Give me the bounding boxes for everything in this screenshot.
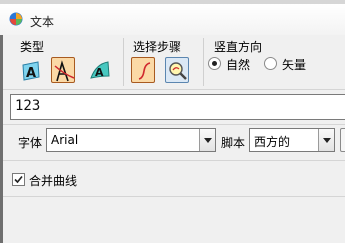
script-dropdown[interactable]: 西方的 bbox=[249, 128, 335, 152]
magnifier-select-button[interactable] bbox=[165, 57, 189, 83]
select-step-group-label: 选择步骤 bbox=[133, 40, 182, 54]
group-separator bbox=[203, 38, 204, 86]
text-on-face-icon: A bbox=[90, 61, 110, 79]
text-on-plane-button[interactable]: A bbox=[18, 57, 42, 83]
script-value: 西方的 bbox=[254, 135, 291, 149]
radio-selected-dot bbox=[212, 61, 217, 66]
app-icon bbox=[9, 12, 23, 26]
svg-text:A: A bbox=[95, 66, 104, 79]
natural-radio-label[interactable]: 自然 bbox=[226, 56, 250, 73]
merge-curves-checkbox[interactable] bbox=[12, 173, 25, 186]
group-separator bbox=[123, 38, 124, 86]
font-dropdown[interactable]: Arial bbox=[46, 128, 216, 152]
text-on-curve-icon bbox=[54, 60, 75, 82]
font-value: Arial bbox=[51, 133, 79, 147]
vector-radio[interactable] bbox=[264, 57, 277, 70]
magnifier-select-icon bbox=[169, 62, 187, 80]
chevron-down-icon[interactable] bbox=[318, 129, 334, 151]
text-on-face-button[interactable]: A bbox=[87, 57, 111, 83]
title-bar[interactable]: 文本 bbox=[0, 4, 345, 35]
curve-select-icon bbox=[138, 62, 151, 80]
font-label: 字体 bbox=[18, 136, 43, 150]
text-on-curve-button[interactable] bbox=[51, 57, 75, 83]
section-divider bbox=[3, 89, 345, 90]
section-divider bbox=[3, 124, 345, 125]
section-divider bbox=[3, 160, 345, 161]
type-group-label: 类型 bbox=[20, 40, 45, 54]
vector-radio-label[interactable]: 矢量 bbox=[282, 56, 306, 73]
text-on-plane-icon: A bbox=[22, 61, 40, 81]
checkmark-icon bbox=[14, 175, 23, 184]
orientation-group-label: 竖直方向 bbox=[214, 40, 263, 54]
curve-select-button[interactable] bbox=[131, 57, 155, 83]
section-divider bbox=[3, 196, 345, 197]
text-input[interactable]: 123 bbox=[10, 94, 345, 120]
more-options-button[interactable] bbox=[340, 128, 345, 152]
script-label: 脚本 bbox=[221, 136, 246, 150]
merge-curves-label[interactable]: 合并曲线 bbox=[29, 172, 77, 189]
window-title: 文本 bbox=[30, 15, 55, 29]
natural-radio[interactable] bbox=[208, 57, 221, 70]
svg-text:A: A bbox=[26, 66, 36, 81]
chevron-down-icon[interactable] bbox=[199, 129, 215, 151]
